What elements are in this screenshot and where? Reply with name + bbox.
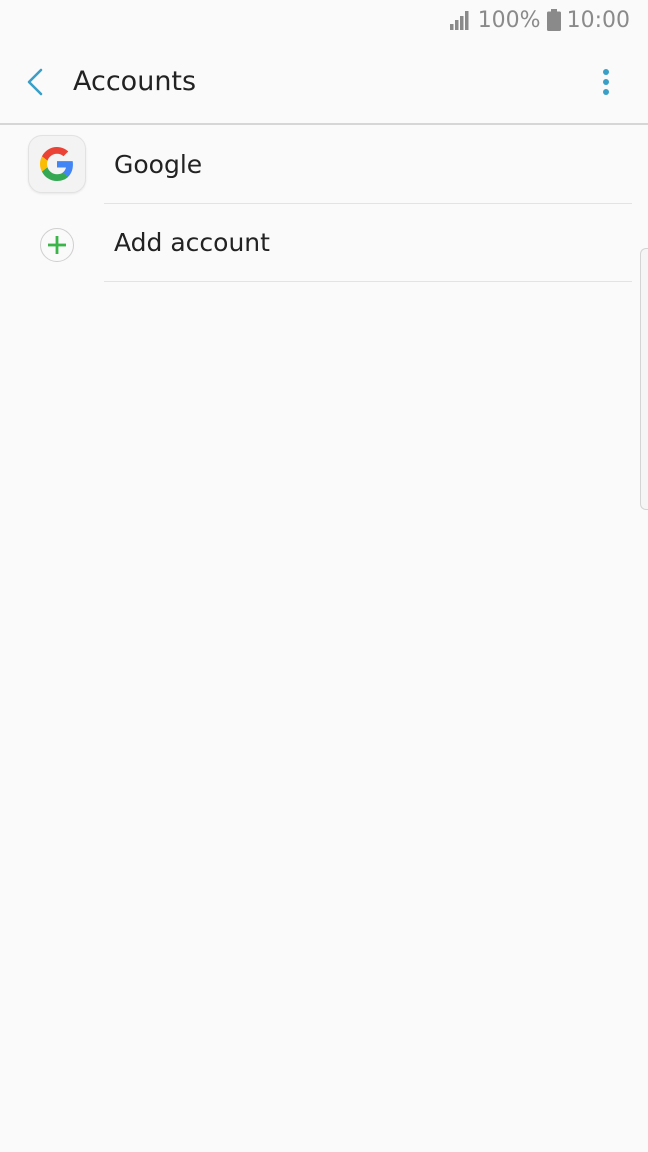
- google-icon: [40, 147, 73, 181]
- plus-icon: [48, 236, 66, 254]
- battery-icon: [546, 9, 561, 31]
- back-button[interactable]: [14, 60, 58, 104]
- status-indicators: 100% 10:00: [449, 6, 630, 34]
- signal-icon: [449, 11, 469, 30]
- list-divider: [104, 281, 632, 282]
- more-options-button[interactable]: [586, 62, 626, 102]
- chevron-left-icon: [27, 68, 43, 96]
- battery-percent: 100%: [477, 7, 541, 33]
- google-app-tile: [28, 135, 86, 193]
- add-account-circle: [40, 228, 74, 262]
- account-list: Google Add account: [0, 126, 648, 282]
- add-account-label: Add account: [114, 228, 270, 257]
- app-bar: Accounts: [0, 40, 648, 125]
- page-title: Accounts: [73, 66, 197, 97]
- status-time: 10:00: [566, 7, 630, 33]
- screen: 100% 10:00 Accounts Google Add account: [0, 0, 648, 1152]
- account-item-google[interactable]: Google: [0, 126, 648, 204]
- add-account-item[interactable]: Add account: [0, 204, 648, 282]
- status-bar: 100% 10:00: [0, 0, 648, 40]
- account-label-google: Google: [114, 150, 203, 179]
- edge-panel-handle[interactable]: [640, 248, 648, 510]
- more-vertical-icon: [603, 69, 609, 95]
